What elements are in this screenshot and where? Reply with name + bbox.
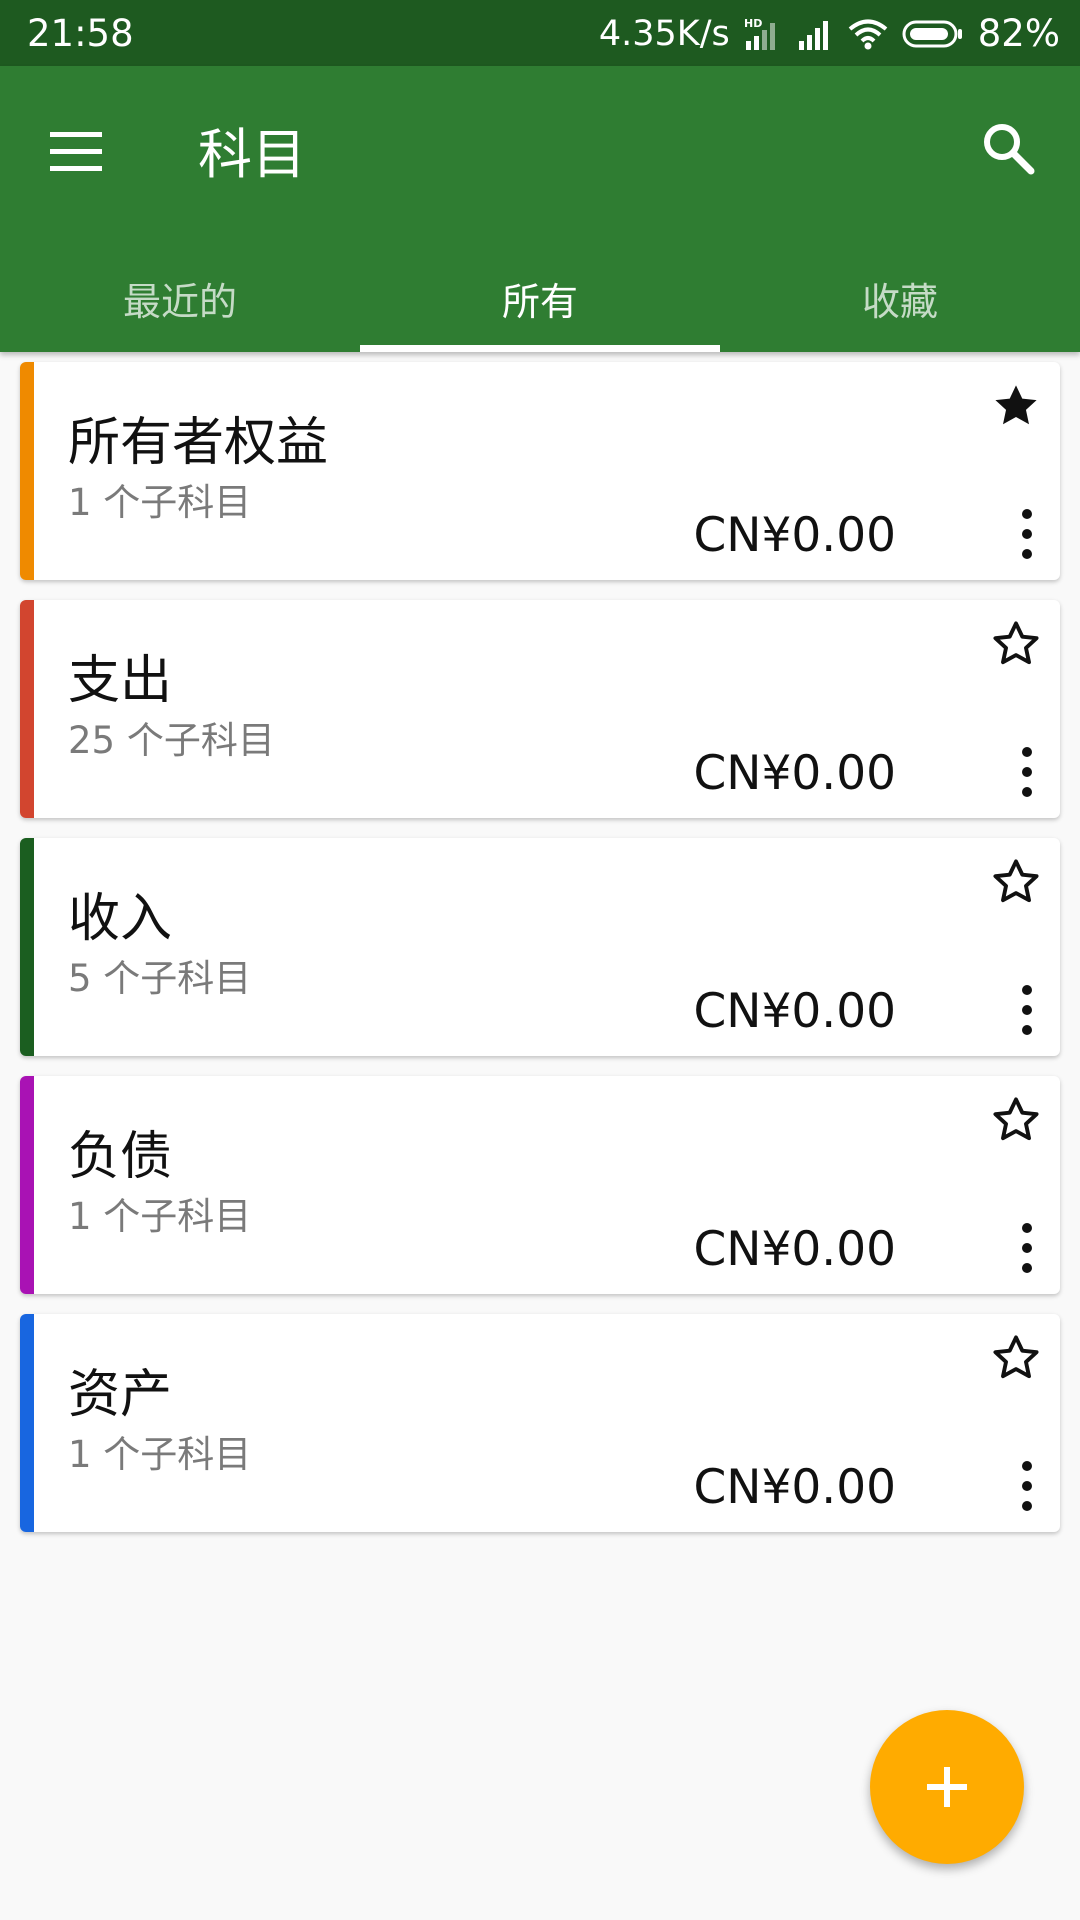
more-options-button[interactable] [1012, 1458, 1042, 1514]
status-time: 21:58 [27, 12, 134, 55]
battery-percent: 82% [977, 12, 1060, 55]
account-balance: CN¥0.00 [693, 984, 896, 1039]
wifi-icon [848, 18, 888, 50]
account-card[interactable]: 支出 25 个子科目 CN¥0.00 [20, 600, 1060, 818]
account-children-count: 1 个子科目 [68, 1195, 252, 1238]
account-name: 所有者权益 [68, 413, 329, 473]
search-button[interactable] [976, 116, 1040, 180]
hd-label: HD [744, 17, 762, 30]
battery-icon [902, 19, 964, 49]
star-outline-icon [993, 621, 1039, 665]
more-options-button[interactable] [1012, 744, 1042, 800]
star-outline-icon [993, 1335, 1039, 1379]
star-filled-icon [995, 385, 1037, 425]
hamburger-menu-icon [50, 132, 102, 171]
add-account-fab[interactable] [870, 1710, 1024, 1864]
account-card[interactable]: 收入 5 个子科目 CN¥0.00 [20, 838, 1060, 1056]
favorite-button[interactable] [990, 856, 1042, 908]
account-card[interactable]: 所有者权益 1 个子科目 CN¥0.00 [20, 362, 1060, 580]
status-icons: 4.35K/s HD 82% [599, 12, 1060, 55]
account-color-stripe [20, 1314, 34, 1532]
account-balance: CN¥0.00 [693, 746, 896, 801]
account-name: 支出 [68, 651, 173, 711]
favorite-button[interactable] [990, 1332, 1042, 1384]
account-card[interactable]: 资产 1 个子科目 CN¥0.00 [20, 1314, 1060, 1532]
account-balance: CN¥0.00 [693, 1222, 896, 1277]
account-color-stripe [20, 600, 34, 818]
more-vert-icon [1022, 747, 1032, 797]
account-list: 所有者权益 1 个子科目 CN¥0.00 支出 25 个子科目 CN¥0.00 [20, 362, 1060, 1552]
account-card[interactable]: 负债 1 个子科目 CN¥0.00 [20, 1076, 1060, 1294]
account-balance: CN¥0.00 [693, 508, 896, 563]
app-bar: 科目 最近的 所有 收藏 [0, 66, 1080, 352]
account-children-count: 1 个子科目 [68, 481, 252, 524]
hd-signal-icon: HD [744, 17, 784, 51]
star-outline-icon [993, 1097, 1039, 1141]
tab-bar: 最近的 所有 收藏 [0, 252, 1080, 352]
star-outline-icon [993, 859, 1039, 903]
account-color-stripe [20, 838, 34, 1056]
account-name: 资产 [68, 1365, 173, 1425]
favorite-button[interactable] [990, 1094, 1042, 1146]
status-bar: 21:58 4.35K/s HD 82% [0, 0, 1080, 66]
more-vert-icon [1022, 1223, 1032, 1273]
page-title: 科目 [198, 123, 306, 186]
tab-all[interactable]: 所有 [360, 252, 720, 352]
account-color-stripe [20, 362, 34, 580]
account-name: 收入 [68, 889, 173, 949]
cell-signal-icon [798, 17, 834, 51]
more-options-button[interactable] [1012, 982, 1042, 1038]
account-children-count: 5 个子科目 [68, 957, 252, 1000]
account-children-count: 1 个子科目 [68, 1433, 252, 1476]
favorite-button[interactable] [990, 618, 1042, 670]
menu-button[interactable] [44, 120, 108, 184]
plus-icon [927, 1767, 967, 1807]
favorite-button[interactable] [990, 380, 1042, 432]
tab-favorites[interactable]: 收藏 [720, 252, 1080, 352]
account-color-stripe [20, 1076, 34, 1294]
more-vert-icon [1022, 985, 1032, 1035]
account-balance: CN¥0.00 [693, 1460, 896, 1515]
tab-recent[interactable]: 最近的 [0, 252, 360, 352]
more-vert-icon [1022, 1461, 1032, 1511]
account-children-count: 25 个子科目 [68, 719, 275, 762]
more-options-button[interactable] [1012, 506, 1042, 562]
account-name: 负债 [68, 1127, 173, 1187]
search-icon [984, 124, 1035, 175]
net-speed: 4.35K/s [598, 13, 730, 54]
more-options-button[interactable] [1012, 1220, 1042, 1276]
more-vert-icon [1022, 509, 1032, 559]
